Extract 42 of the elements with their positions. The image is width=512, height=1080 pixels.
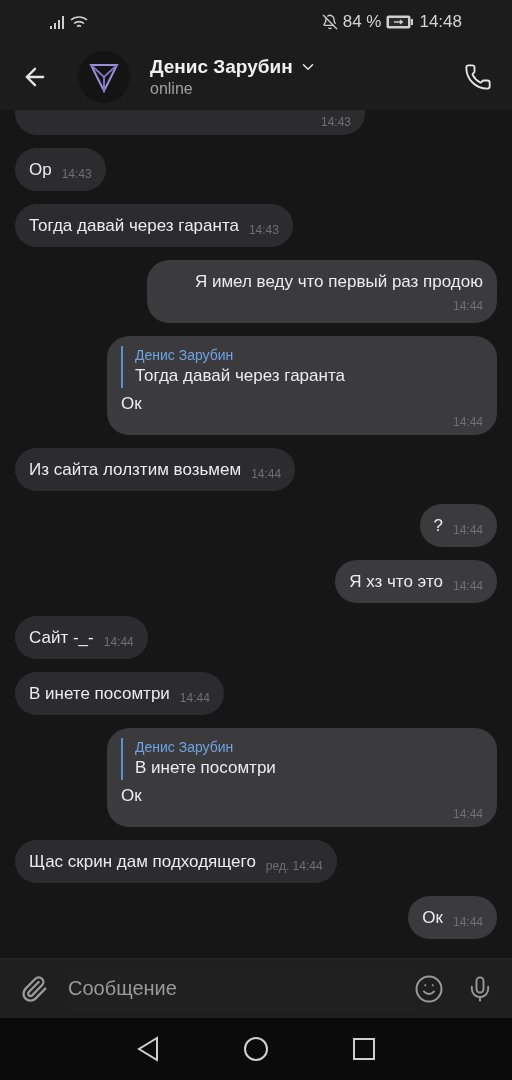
message-time: 14:43 (320, 115, 351, 129)
message-text: ? (433, 515, 443, 537)
battery-percent: 84 % (342, 11, 382, 34)
message-time: 14:43 (61, 167, 92, 181)
message-text: Ок (121, 785, 143, 807)
message-text: Ок (121, 393, 143, 415)
contact-name[interactable]: Денис Зарубин (150, 55, 293, 79)
message-text: Из сайта лолзтим возьмем (29, 459, 242, 481)
wifi-icon (70, 15, 88, 29)
reply-author: Денис Зарубин (135, 346, 235, 364)
message-text: Щас скрин дам подходящего (29, 851, 256, 873)
message-composer[interactable]: Сообщение (0, 958, 512, 1018)
reply-text: Тогда давай через гаранта (135, 365, 346, 387)
back-nav-icon[interactable] (137, 1036, 159, 1062)
recents-nav-icon[interactable] (353, 1038, 375, 1060)
message-time: 14:44 (179, 691, 210, 705)
message-text: Я хз что это (349, 571, 443, 593)
call-button[interactable] (462, 61, 494, 93)
reply-quote[interactable]: Денис Зарубин Тогда давай через гаранта (121, 346, 483, 388)
message-time: 14:43 (248, 223, 279, 237)
reply-author: Денис Зарубин (135, 738, 235, 756)
message-text: В инете посомтри (29, 683, 170, 705)
contact-status: online (150, 79, 194, 99)
message-text: Сайт -_- (29, 627, 94, 649)
attach-button[interactable] (20, 974, 48, 1003)
message-text: Тогда давай через гаранта (29, 215, 239, 237)
message-time: ред. 14:44 (265, 859, 323, 873)
clock: 14:48 (419, 11, 462, 34)
message-text: Я имел веду что первый раз продою (194, 271, 483, 293)
reply-text: В инете посомтри (135, 757, 277, 779)
message-time: 14:44 (251, 467, 282, 481)
signal-icon (50, 16, 66, 29)
reply-quote[interactable]: Денис Зарубин В инете посомтри (121, 738, 483, 780)
message-text: Ор (29, 159, 52, 181)
battery-icon (386, 15, 415, 29)
message-text: Ок (422, 907, 443, 929)
mute-icon (321, 14, 338, 30)
triangle-logo-icon (88, 61, 120, 93)
home-nav-icon[interactable] (243, 1036, 269, 1062)
emoji-button[interactable] (414, 973, 444, 1004)
message-time: 14:44 (103, 635, 134, 649)
avatar[interactable] (78, 51, 130, 103)
